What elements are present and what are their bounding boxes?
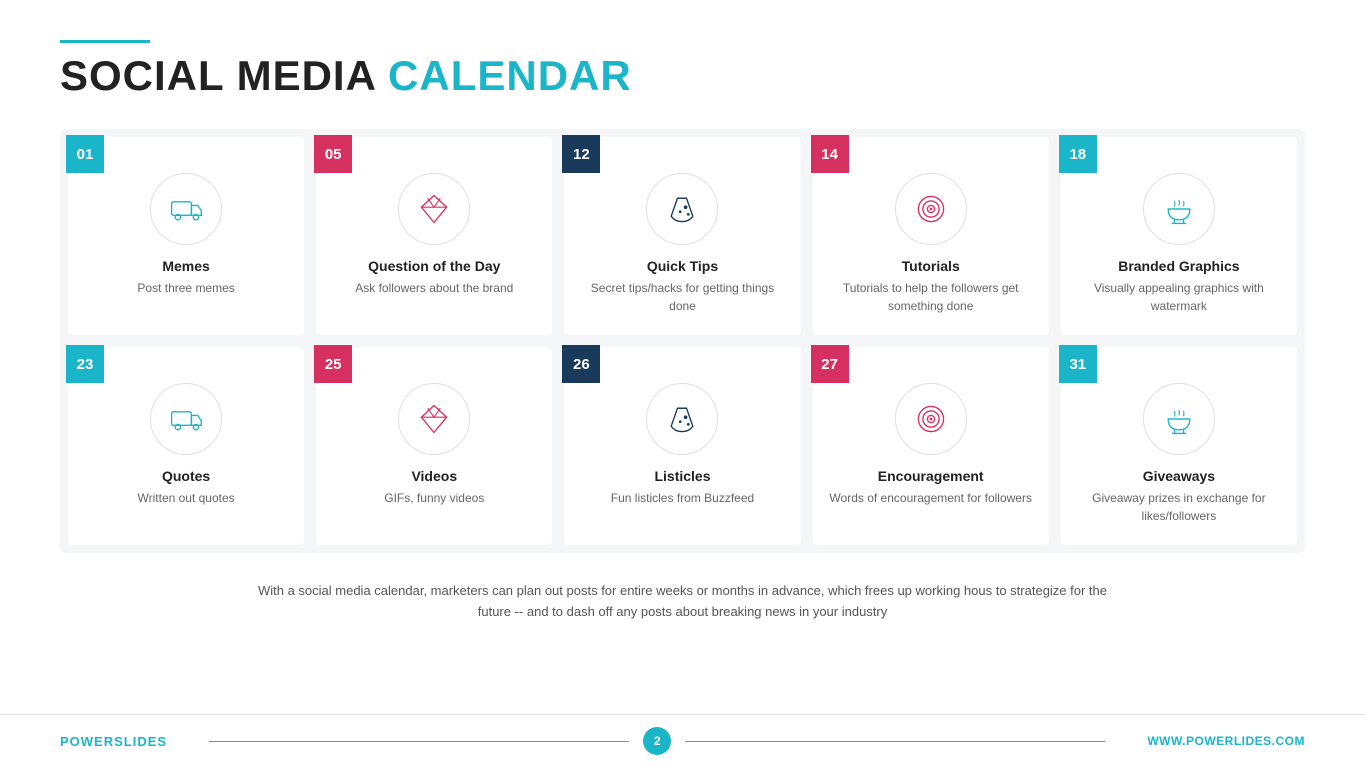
card-badge: 27 [811,345,849,383]
footer-brand: POWERSLIDES [60,734,167,749]
card-desc: Tutorials to help the followers get some… [827,280,1035,315]
footer-line-left [209,741,629,742]
card-title: Encouragement [878,467,984,485]
title-section: SOCIAL MEDIA CALENDAR [60,40,1305,99]
card-title: Quotes [162,467,210,485]
truck-icon [168,191,204,227]
card-desc: GIFs, funny videos [384,490,484,507]
card-9: 27 Encouragement Words of encouragement … [813,347,1049,545]
card-icon-circle [150,383,222,455]
flask-icon [664,191,700,227]
truck-icon [168,401,204,437]
card-desc: Written out quotes [138,490,235,507]
card-2: 05 Question of the Day Ask followers abo… [316,137,552,335]
card-desc: Secret tips/hacks for getting things don… [578,280,786,315]
cards-grid: 01 Memes Post three memes 05 Question of… [60,129,1305,553]
card-title: Giveaways [1143,467,1215,485]
bowl-icon [1161,191,1197,227]
card-10: 31 Giveaways Giveaway prizes in exchange… [1061,347,1297,545]
target-icon [913,401,949,437]
card-icon-circle [1143,383,1215,455]
card-title: Tutorials [902,257,960,275]
card-title: Listicles [654,467,710,485]
card-8: 26 Listicles Fun listicles from Buzzfeed [564,347,800,545]
card-title: Branded Graphics [1118,257,1239,275]
card-4: 14 Tutorials Tutorials to help the follo… [813,137,1049,335]
card-icon-circle [398,383,470,455]
card-badge: 05 [314,135,352,173]
card-icon-circle [150,173,222,245]
footer-bar: POWERSLIDES 2 WWW.POWERLIDES.COM [0,714,1365,767]
flask-icon [664,401,700,437]
card-badge: 31 [1059,345,1097,383]
card-7: 25 Videos GIFs, funny videos [316,347,552,545]
card-icon-circle [895,383,967,455]
card-1: 01 Memes Post three memes [68,137,304,335]
card-desc: Words of encouragement for followers [829,490,1032,507]
card-desc: Post three memes [137,280,234,297]
card-title: Question of the Day [368,257,500,275]
bowl-icon [1161,401,1197,437]
card-icon-circle [895,173,967,245]
card-title: Quick Tips [647,257,718,275]
card-badge: 14 [811,135,849,173]
card-6: 23 Quotes Written out quotes [68,347,304,545]
card-badge: 25 [314,345,352,383]
card-badge: 26 [562,345,600,383]
card-desc: Giveaway prizes in exchange for likes/fo… [1075,490,1283,525]
card-desc: Visually appealing graphics with waterma… [1075,280,1283,315]
page-badge: 2 [643,727,671,755]
card-icon-circle [1143,173,1215,245]
card-badge: 01 [66,135,104,173]
card-3: 12 Quick Tips Secret tips/hacks for gett… [564,137,800,335]
footer-url: WWW.POWERLIDES.COM [1147,734,1305,748]
card-badge: 18 [1059,135,1097,173]
page-title: SOCIAL MEDIA CALENDAR [60,53,1305,99]
card-title: Memes [162,257,209,275]
target-icon [913,191,949,227]
card-icon-circle [646,173,718,245]
card-title: Videos [411,467,457,485]
footer-line-right [685,741,1105,742]
footer-text: With a social media calendar, marketers … [60,581,1305,623]
title-underline [60,40,150,43]
card-5: 18 Branded Graphics Visually appealing g… [1061,137,1297,335]
card-desc: Ask followers about the brand [355,280,513,297]
card-badge: 12 [562,135,600,173]
diamond-icon [416,401,452,437]
diamond-icon [416,191,452,227]
card-desc: Fun listicles from Buzzfeed [611,490,754,507]
card-icon-circle [398,173,470,245]
footer-center: 2 [209,727,1105,755]
card-icon-circle [646,383,718,455]
card-badge: 23 [66,345,104,383]
